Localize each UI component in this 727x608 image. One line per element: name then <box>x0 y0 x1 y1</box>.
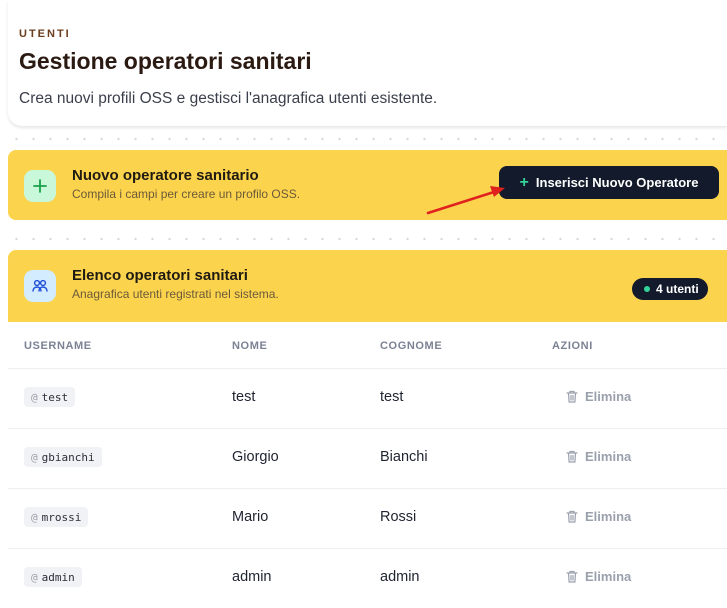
username-chip: @ mrossi <box>24 507 89 527</box>
delete-label: Elimina <box>585 568 632 584</box>
delete-button[interactable]: Elimina <box>566 445 631 467</box>
column-header-azioni: AZIONI <box>552 340 593 352</box>
cognome-cell: test <box>380 389 404 405</box>
trash-icon <box>566 390 578 403</box>
table-row: @ admin admin admin Elimina <box>8 549 727 608</box>
delete-button[interactable]: Elimina <box>566 565 631 587</box>
trash-icon <box>566 570 578 583</box>
nome-cell: Giorgio <box>232 449 279 465</box>
username-chip: @ gbianchi <box>24 447 102 467</box>
plus-icon: + <box>519 173 529 191</box>
table-header: USERNAME NOME COGNOME AZIONI <box>8 322 727 369</box>
trash-icon <box>566 450 578 463</box>
nome-cell: test <box>232 389 256 405</box>
at-icon: @ <box>31 570 38 584</box>
operators-list-title: Elenco operatori sanitari <box>72 267 248 284</box>
operators-table: USERNAME NOME COGNOME AZIONI @ test test… <box>8 322 727 598</box>
new-operator-title: Nuovo operatore sanitario <box>72 167 259 184</box>
username: mrossi <box>41 510 82 524</box>
user-count-badge: 4 utenti <box>632 278 708 300</box>
username: test <box>41 390 69 404</box>
page-subtitle: Crea nuovi profili OSS e gestisci l'anag… <box>19 90 438 107</box>
operators-list-panel: Elenco operatori sanitari Anagrafica ute… <box>8 250 727 322</box>
page-title: Gestione operatori sanitari <box>19 48 312 74</box>
cognome-cell: Bianchi <box>380 449 428 465</box>
table-row: @ test test test Elimina <box>8 369 727 429</box>
users-icon <box>24 270 56 302</box>
username-chip: @ admin <box>24 567 82 587</box>
divider-dots <box>8 236 727 242</box>
delete-label: Elimina <box>585 388 632 404</box>
column-header-cognome: COGNOME <box>380 340 443 352</box>
username: admin <box>41 570 75 584</box>
at-icon: @ <box>31 450 38 464</box>
user-count-label: 4 utenti <box>656 282 699 296</box>
column-header-username: USERNAME <box>24 340 92 352</box>
plus-icon <box>24 170 56 202</box>
cognome-cell: Rossi <box>380 509 417 525</box>
cognome-cell: admin <box>380 569 420 585</box>
operators-list-subtitle: Anagrafica utenti registrati nel sistema… <box>72 287 279 301</box>
new-operator-panel: Nuovo operatore sanitario Compila i camp… <box>8 150 727 220</box>
new-operator-subtitle: Compila i campi per creare un profilo OS… <box>72 187 301 201</box>
username-chip: @ test <box>24 387 76 407</box>
trash-icon <box>566 510 578 523</box>
insert-operator-button[interactable]: + Inserisci Nuovo Operatore <box>499 166 719 199</box>
delete-label: Elimina <box>585 448 632 464</box>
nome-cell: Mario <box>232 509 269 525</box>
table-row: @ gbianchi Giorgio Bianchi Elimina <box>8 429 727 489</box>
status-dot <box>644 286 650 292</box>
delete-button[interactable]: Elimina <box>566 505 631 527</box>
delete-button[interactable]: Elimina <box>566 385 631 407</box>
nome-cell: admin <box>232 569 272 585</box>
at-icon: @ <box>31 390 38 404</box>
column-header-nome: NOME <box>232 340 268 352</box>
insert-operator-label: Inserisci Nuovo Operatore <box>535 175 699 190</box>
divider-dots <box>8 136 727 142</box>
table-row: @ mrossi Mario Rossi Elimina <box>8 489 727 549</box>
at-icon: @ <box>31 510 38 524</box>
section-label: UTENTI <box>19 28 71 40</box>
username: gbianchi <box>41 450 95 464</box>
page-header: UTENTI Gestione operatori sanitari Crea … <box>8 0 727 126</box>
delete-label: Elimina <box>585 508 632 524</box>
